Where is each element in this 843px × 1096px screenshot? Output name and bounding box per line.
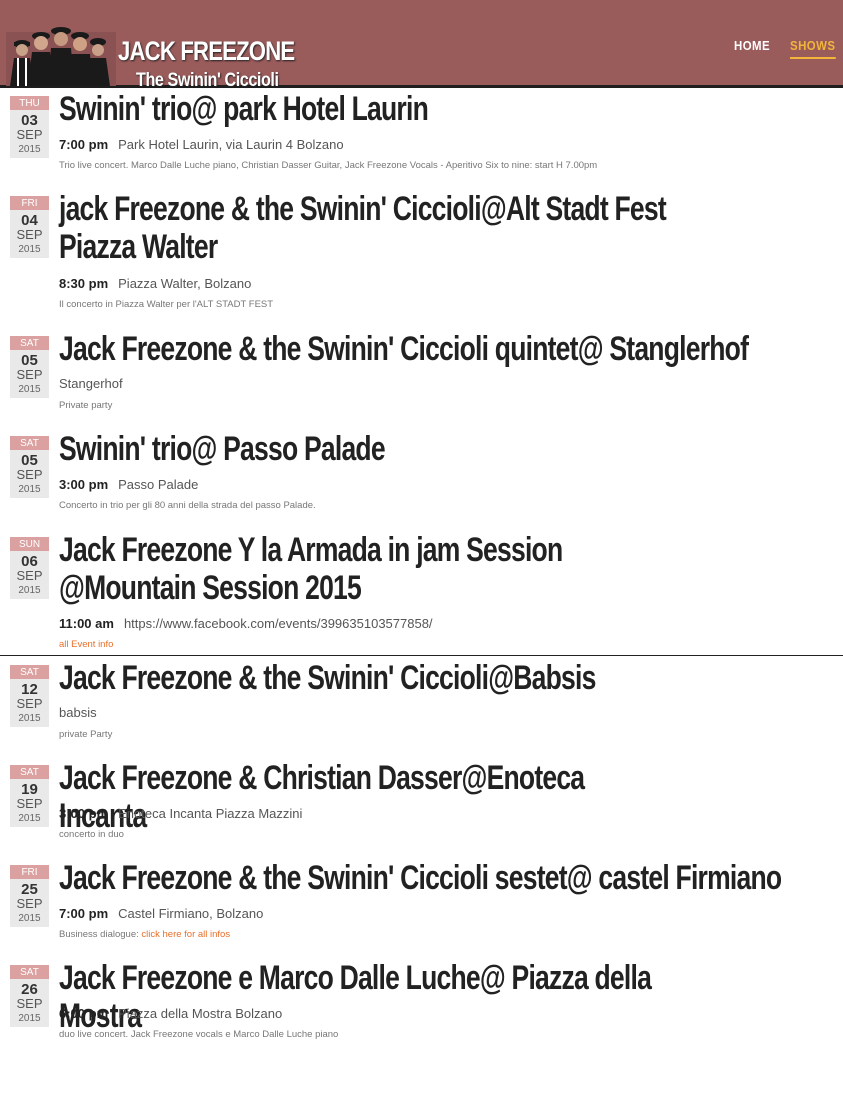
event-time: 7:00 pm bbox=[59, 137, 109, 152]
event-month: SEP bbox=[16, 796, 43, 811]
event-venue: Enoteca Incanta Piazza Mazzini bbox=[118, 806, 303, 821]
event-date: THU 03 SEP 2015 bbox=[10, 96, 49, 158]
event-description: Concerto in trio per gli 80 anni della s… bbox=[59, 500, 316, 511]
event-description: Private party bbox=[59, 400, 113, 411]
event-day: 05 bbox=[21, 452, 38, 469]
event-description: private Party bbox=[59, 729, 113, 740]
event-month: SEP bbox=[16, 996, 43, 1011]
event-venue: Castel Firmiano, Bolzano bbox=[118, 906, 264, 921]
event-year: 2015 bbox=[18, 1013, 41, 1024]
event-description: duo live concert. Jack Freezone vocals e… bbox=[59, 1029, 339, 1040]
event-year: 2015 bbox=[18, 913, 41, 924]
event-day: 26 bbox=[21, 981, 38, 998]
event-month: SEP bbox=[16, 367, 43, 382]
event-title[interactable]: jack Freezone & the Swinin' Ciccioli@Alt… bbox=[59, 190, 667, 266]
event-title[interactable]: Jack Freezone Y la Armada in jam Session… bbox=[59, 531, 667, 607]
event-description: Il concerto in Piazza Walter per l'ALT S… bbox=[59, 299, 274, 310]
nav-shows[interactable]: SHOWS bbox=[790, 38, 836, 59]
event-venue: Stangerhof bbox=[59, 376, 123, 391]
event-weekday: SAT bbox=[10, 436, 49, 450]
event-month: SEP bbox=[16, 568, 43, 583]
event-month: SEP bbox=[16, 227, 43, 242]
event-month: SEP bbox=[16, 696, 43, 711]
event-meta: babsis bbox=[59, 705, 97, 720]
event-date: SAT 26 SEP 2015 bbox=[10, 965, 49, 1027]
nav-home[interactable]: HOME bbox=[734, 38, 770, 53]
event-day: 12 bbox=[21, 681, 38, 698]
event-title[interactable]: Jack Freezone & the Swinin' Ciccioli qui… bbox=[59, 330, 839, 368]
site-logo[interactable]: JACK FREEZONE The Swinin' Ciccioli bbox=[6, 14, 295, 91]
event-title[interactable]: Swinin' trio@ park Hotel Laurin bbox=[59, 90, 667, 128]
event-description-text: Business dialogue: bbox=[59, 929, 139, 940]
event-meta: Stangerhof bbox=[59, 376, 123, 391]
site-header: JACK FREEZONE The Swinin' Ciccioli HOME … bbox=[0, 0, 843, 91]
event-time: 11:00 am bbox=[59, 616, 114, 631]
event-date: SAT 05 SEP 2015 bbox=[10, 436, 49, 498]
event-date: SAT 19 SEP 2015 bbox=[10, 765, 49, 827]
event-year: 2015 bbox=[18, 144, 41, 155]
event-month: SEP bbox=[16, 467, 43, 482]
event-time: 6:00 pm bbox=[59, 1006, 109, 1021]
event-time: 7:00 pm bbox=[59, 906, 109, 921]
event-date: FRI 04 SEP 2015 bbox=[10, 196, 49, 258]
event-meta: 11:00 am https://www.facebook.com/events/… bbox=[59, 616, 433, 631]
event-venue: Passo Palade bbox=[118, 477, 199, 492]
event-weekday: THU bbox=[10, 96, 49, 110]
event-day: 06 bbox=[21, 553, 38, 570]
event-day: 03 bbox=[21, 112, 38, 129]
event-title[interactable]: Swinin' trio@ Passo Palade bbox=[59, 430, 667, 468]
event-weekday: FRI bbox=[10, 196, 49, 210]
event-title[interactable]: Jack Freezone & the Swinin' Ciccioli@Bab… bbox=[59, 659, 667, 697]
event-description: all Event info bbox=[59, 639, 113, 650]
event-date: SAT 12 SEP 2015 bbox=[10, 665, 49, 727]
event-title[interactable]: Jack Freezone & the Swinin' Ciccioli ses… bbox=[59, 859, 839, 897]
event-year: 2015 bbox=[18, 384, 41, 395]
event-weekday: SAT bbox=[10, 665, 49, 679]
event-date: SUN 06 SEP 2015 bbox=[10, 537, 49, 599]
event-meta: 6:00 pm Piazza della Mostra Bolzano bbox=[59, 1006, 282, 1021]
event-year: 2015 bbox=[18, 484, 41, 495]
brand-subtitle: The Swinin' Ciccioli bbox=[136, 70, 279, 91]
event-weekday: SAT bbox=[10, 765, 49, 779]
event-venue: babsis bbox=[59, 705, 97, 720]
event-meta: 7:00 pm Park Hotel Laurin, via Laurin 4 B… bbox=[59, 137, 344, 152]
event-venue: Piazza della Mostra Bolzano bbox=[118, 1006, 283, 1021]
event-time: 3:00 pm bbox=[59, 477, 109, 492]
event-info-link[interactable]: all Event info bbox=[59, 639, 113, 650]
event-title[interactable]: Jack Freezone & Christian Dasser@Enoteca… bbox=[59, 759, 667, 835]
event-title[interactable]: Jack Freezone e Marco Dalle Luche@ Piazz… bbox=[59, 959, 667, 1035]
section-divider bbox=[0, 655, 843, 656]
event-meta: 3:00 pm Enoteca Incanta Piazza Mazzini bbox=[59, 806, 302, 821]
event-weekday: SUN bbox=[10, 537, 49, 551]
event-weekday: SAT bbox=[10, 336, 49, 350]
event-venue: Piazza Walter, Bolzano bbox=[118, 276, 252, 291]
event-time: 3:00 pm bbox=[59, 806, 109, 821]
event-time: 8:30 pm bbox=[59, 276, 109, 291]
event-meta: 8:30 pm Piazza Walter, Bolzano bbox=[59, 276, 251, 291]
event-year: 2015 bbox=[18, 813, 41, 824]
event-month: SEP bbox=[16, 127, 43, 142]
event-description: concerto in duo bbox=[59, 829, 124, 840]
event-year: 2015 bbox=[18, 244, 41, 255]
event-date: SAT 05 SEP 2015 bbox=[10, 336, 49, 398]
event-description: Trio live concert. Marco Dalle Luche pia… bbox=[59, 160, 598, 171]
event-month: SEP bbox=[16, 896, 43, 911]
event-venue: Park Hotel Laurin, via Laurin 4 Bolzano bbox=[118, 137, 344, 152]
event-weekday: FRI bbox=[10, 865, 49, 879]
event-weekday: SAT bbox=[10, 965, 49, 979]
event-meta: 7:00 pm Castel Firmiano, Bolzano bbox=[59, 906, 263, 921]
event-day: 05 bbox=[21, 352, 38, 369]
event-info-link[interactable]: click here for all infos bbox=[141, 929, 230, 940]
event-year: 2015 bbox=[18, 713, 41, 724]
event-date: FRI 25 SEP 2015 bbox=[10, 865, 49, 927]
event-day: 04 bbox=[21, 212, 38, 229]
event-year: 2015 bbox=[18, 585, 41, 596]
brand-title: JACK FREEZONE bbox=[118, 36, 295, 66]
event-day: 19 bbox=[21, 781, 38, 798]
event-meta: 3:00 pm Passo Palade bbox=[59, 477, 198, 492]
event-description: Business dialogue: click here for all in… bbox=[59, 929, 230, 940]
event-day: 25 bbox=[21, 881, 38, 898]
event-venue[interactable]: https://www.facebook.com/events/39963510… bbox=[124, 616, 433, 631]
